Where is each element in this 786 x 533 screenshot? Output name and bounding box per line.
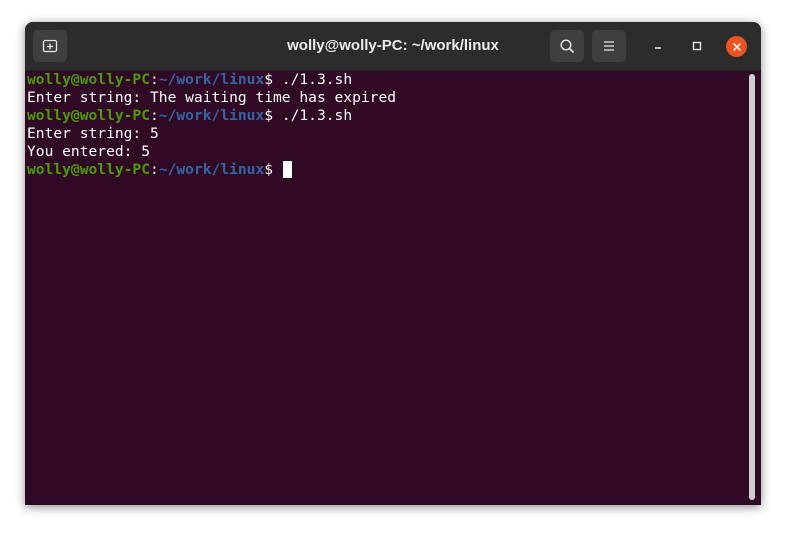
prompt-user: wolly@wolly-PC [27, 71, 151, 88]
close-icon [732, 42, 741, 51]
scrollbar-thumb[interactable] [749, 74, 755, 500]
output-line: Enter string: 5 [27, 125, 159, 142]
minimize-button[interactable] [648, 36, 668, 56]
prompt-separator: : [150, 107, 159, 124]
prompt-user: wolly@wolly-PC [27, 107, 151, 124]
prompt-separator: : [150, 71, 159, 88]
new-tab-icon [42, 39, 58, 53]
close-button[interactable] [726, 36, 747, 57]
prompt-separator: : [150, 161, 159, 178]
minimize-icon [655, 47, 661, 49]
prompt-symbol: $ [264, 107, 282, 124]
terminal-output[interactable]: wolly@wolly-PC:~/work/linux$ ./1.3.sh En… [25, 71, 747, 505]
prompt-line: wolly@wolly-PC:~/work/linux$ ./1.3.sh [27, 107, 747, 125]
output-line: Enter string: The waiting time has expir… [27, 89, 397, 106]
maximize-icon [692, 41, 702, 51]
prompt-path: ~/work/linux [158, 71, 265, 88]
scrollbar[interactable] [749, 74, 755, 500]
prompt-symbol: $ [264, 161, 282, 178]
prompt-path: ~/work/linux [158, 107, 265, 124]
terminal-window: wolly@wolly-PC: ~/work/linux wolly@wolly… [25, 22, 761, 505]
maximize-button[interactable] [687, 36, 707, 56]
title-bar[interactable]: wolly@wolly-PC: ~/work/linux [25, 22, 761, 71]
command-text: ./1.3.sh [281, 71, 353, 88]
prompt-path: ~/work/linux [158, 161, 265, 178]
prompt-user: wolly@wolly-PC [27, 161, 151, 178]
hamburger-menu-icon [604, 41, 614, 51]
new-tab-button[interactable] [33, 30, 67, 62]
prompt-line: wolly@wolly-PC:~/work/linux$ ./1.3.sh [27, 71, 747, 89]
prompt-symbol: $ [264, 71, 282, 88]
text-cursor [282, 161, 292, 178]
search-icon [560, 39, 574, 53]
command-text: ./1.3.sh [281, 107, 353, 124]
menu-button[interactable] [592, 30, 626, 62]
prompt-line: wolly@wolly-PC:~/work/linux$ [27, 161, 747, 179]
output-line: You entered: 5 [27, 143, 151, 160]
search-button[interactable] [550, 30, 584, 62]
